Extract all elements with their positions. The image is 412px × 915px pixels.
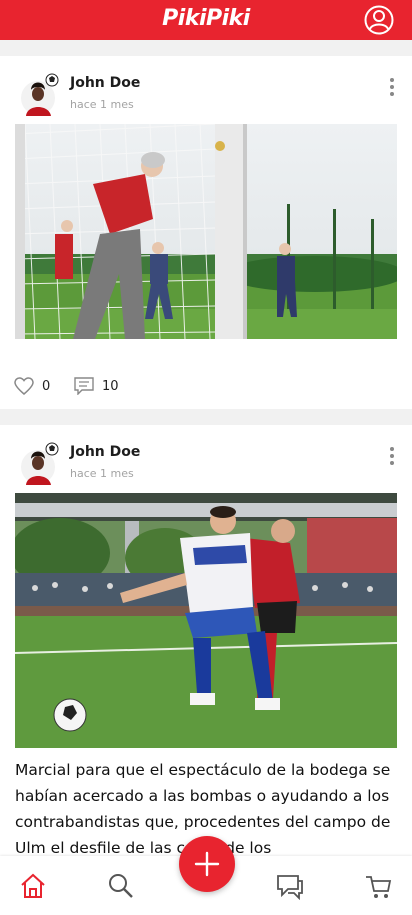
- post-image[interactable]: [15, 493, 397, 748]
- author-name[interactable]: John Doe: [70, 75, 140, 91]
- app-header: PikiPiki: [0, 0, 412, 40]
- avatar[interactable]: [21, 72, 59, 116]
- avatar[interactable]: [21, 441, 59, 485]
- author-name[interactable]: John Doe: [70, 444, 140, 460]
- post-card: John Doe hace 1 mes: [0, 425, 412, 857]
- user-circle-icon[interactable]: [364, 5, 394, 35]
- comment-icon: [74, 377, 94, 395]
- add-icon: [194, 851, 220, 877]
- post-time: hace 1 mes: [70, 98, 134, 111]
- more-options-icon[interactable]: [388, 447, 396, 467]
- like-button[interactable]: 0: [14, 374, 50, 398]
- cart-icon[interactable]: [364, 872, 392, 900]
- more-options-icon[interactable]: [388, 78, 396, 98]
- post-image[interactable]: [15, 124, 397, 339]
- app-logo: PikiPiki: [162, 6, 250, 31]
- post-time: hace 1 mes: [70, 467, 134, 480]
- post-header: John Doe hace 1 mes: [0, 56, 412, 126]
- heart-icon: [14, 377, 34, 395]
- like-count: 0: [42, 378, 51, 394]
- comment-button[interactable]: 10: [74, 374, 119, 398]
- add-post-button[interactable]: [179, 836, 235, 892]
- search-icon[interactable]: [107, 872, 135, 900]
- post-header: John Doe hace 1 mes: [0, 425, 412, 495]
- home-icon[interactable]: [19, 872, 47, 900]
- post-reactions: 0 10: [14, 374, 214, 398]
- comment-count: 10: [102, 378, 119, 394]
- post-card: John Doe hace 1 mes: [0, 56, 412, 409]
- chat-icon[interactable]: [276, 872, 304, 900]
